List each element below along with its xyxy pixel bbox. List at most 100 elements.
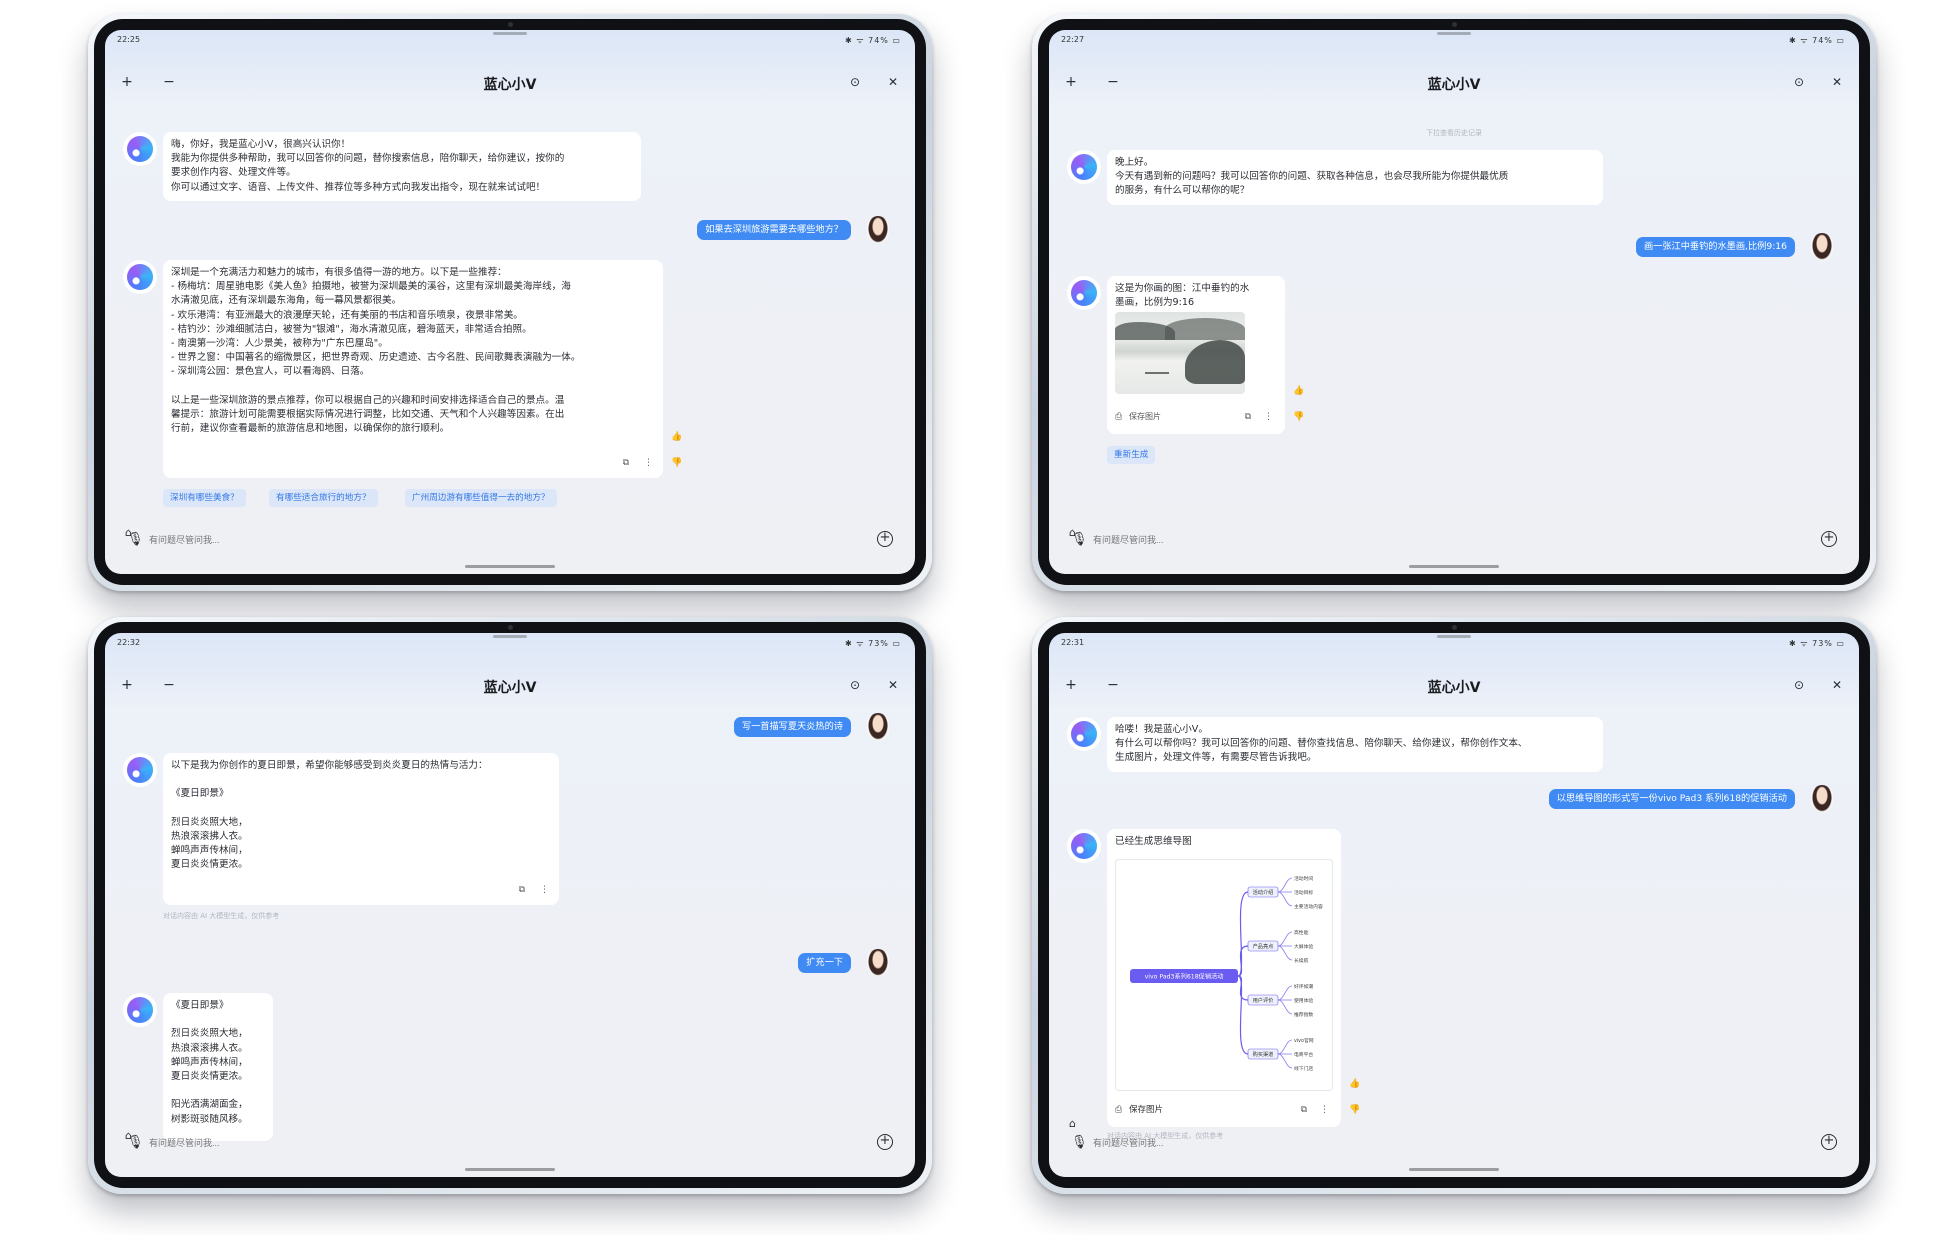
mindmap-leaf-link xyxy=(1277,931,1293,947)
app-title: 蓝心小V xyxy=(483,77,537,93)
mindmap-leaf-link xyxy=(1277,999,1293,1015)
mic-icon[interactable]: 🎙 xyxy=(127,532,144,547)
user-message: 扩充一下 xyxy=(798,953,851,973)
thumbs-down-icon[interactable]: 👎 xyxy=(1349,1105,1360,1115)
settings-icon[interactable]: ⊙ xyxy=(1789,675,1809,695)
title-bar: + − 蓝心小V ⊙ ✕ xyxy=(105,70,915,94)
message-input[interactable] xyxy=(1093,1133,1809,1153)
answer-text: 已经生成思维导图 xyxy=(1115,836,1192,847)
add-icon[interactable]: + xyxy=(1821,1134,1837,1150)
suggestion-chip[interactable]: 深圳有哪些美食？ xyxy=(163,489,246,507)
input-bar: 🎙 + xyxy=(119,526,901,554)
add-icon[interactable]: + xyxy=(877,1134,893,1150)
title-bar: + − 蓝心小V ⊙ ✕ xyxy=(105,673,915,697)
more-icon[interactable]: ⋮ xyxy=(540,883,549,897)
input-bar: 🎙 + xyxy=(1063,526,1845,554)
user-avatar xyxy=(867,949,889,977)
app-screen: 22:31 ✱ ᯤ 73% ▭ + − 蓝心小V ⊙ ✕ 哈喽！我是蓝心小V。 … xyxy=(1049,633,1859,1177)
greeting-text: 嗨，你好，我是蓝心小V，很高兴认识你！ 我能为你提供多种帮助，我可以回答你的问题… xyxy=(171,139,565,193)
assistant-avatar xyxy=(127,136,153,162)
assistant-avatar xyxy=(127,264,153,290)
close-icon[interactable]: ✕ xyxy=(883,72,903,92)
mindmap-leaf-link xyxy=(1277,891,1293,907)
thumbs-up-icon[interactable]: 👍 xyxy=(1293,386,1304,396)
mindmap-leaf-link xyxy=(1277,877,1293,893)
mindmap-leaf-label: 推荐指数 xyxy=(1294,1011,1313,1018)
home-indicator xyxy=(465,1168,555,1171)
mindmap-leaf-label: 高性能 xyxy=(1294,929,1309,936)
mic-icon[interactable]: 🎙 xyxy=(127,1135,144,1150)
status-icons: ✱ ᯤ 74% ▭ xyxy=(1789,36,1845,45)
close-icon[interactable]: ✕ xyxy=(883,675,903,695)
tablet-poem-chat: 22:32 ✱ ᯤ 73% ▭ + − 蓝心小V ⊙ ✕ 写一首描写夏天炎热的诗… xyxy=(88,617,932,1194)
message-input[interactable] xyxy=(149,1133,865,1153)
mindmap-branch-link xyxy=(1237,975,1249,1055)
save-image-button[interactable]: 保存图片 xyxy=(1129,1103,1163,1117)
assistant-greeting: 哈喽！我是蓝心小V。 有什么可以帮你吗？我可以回答你的问题、替你查找信息、陪你聊… xyxy=(1107,717,1603,772)
user-avatar xyxy=(1811,785,1833,813)
assistant-avatar xyxy=(1071,721,1097,747)
regenerate-button[interactable]: 重新生成 xyxy=(1107,446,1156,464)
save-image-button[interactable]: 保存图片 xyxy=(1129,410,1161,424)
copy-icon[interactable]: ⧉ xyxy=(1301,1103,1307,1117)
front-camera xyxy=(508,625,513,630)
generated-ink-painting[interactable] xyxy=(1115,312,1245,394)
save-image-icon[interactable]: ⎙ xyxy=(1115,410,1122,424)
title-bar: + − 蓝心小V ⊙ ✕ xyxy=(1049,70,1859,94)
thumbs-up-icon[interactable]: 👍 xyxy=(671,432,682,442)
answer-text: 《夏日即景》 烈日炎炎照大地， 热浪滚滚拂人衣。 蝉鸣声声传林间， 夏日炎炎情更… xyxy=(171,1000,248,1125)
message-input[interactable] xyxy=(149,530,865,550)
title-bar: + − 蓝心小V ⊙ ✕ xyxy=(1049,673,1859,697)
status-bar: 22:27 ✱ ᯤ 74% ▭ xyxy=(1049,30,1859,48)
message-input[interactable] xyxy=(1093,530,1809,550)
settings-icon[interactable]: ⊙ xyxy=(845,72,865,92)
front-camera xyxy=(1452,625,1457,630)
input-bar: 🎙 + xyxy=(119,1129,901,1157)
user-message: 如果去深圳旅游需要去哪些地方？ xyxy=(697,220,851,240)
more-icon[interactable]: ⋮ xyxy=(644,456,653,470)
save-image-icon[interactable]: ⎙ xyxy=(1115,1103,1122,1117)
assistant-answer: 以下是我为你创作的夏日即景，希望你能够感受到炎炎夏日的热情与活力： 《夏日即景》… xyxy=(163,753,559,905)
greeting-text: 晚上好。 今天有遇到新的问题吗？我可以回答你的问题、获取各种信息，也会尽我所能为… xyxy=(1115,157,1509,197)
status-icons: ✱ ᯤ 73% ▭ xyxy=(1789,639,1845,648)
settings-icon[interactable]: ⊙ xyxy=(1789,72,1809,92)
more-icon[interactable]: ⋮ xyxy=(1264,410,1273,424)
mindmap-leaf-link xyxy=(1277,1053,1293,1069)
suggestion-chip[interactable]: 有哪些适合旅行的地方？ xyxy=(269,489,378,507)
status-time: 22:27 xyxy=(1061,35,1085,44)
mindmap-branch-label: 用户评价 xyxy=(1253,996,1275,1004)
front-camera xyxy=(1452,22,1457,27)
assistant-greeting: 晚上好。 今天有遇到新的问题吗？我可以回答你的问题、获取各种信息，也会尽我所能为… xyxy=(1107,150,1603,205)
more-icon[interactable]: ⋮ xyxy=(1320,1103,1329,1117)
user-message: 以思维导图的形式写一份vivo Pad3 系列618的促销活动 xyxy=(1548,789,1795,809)
tablet-travel-chat: 22:25 ✱ ᯤ 74% ▭ + − 蓝心小V ⊙ ✕ 嗨，你好，我是蓝心小V… xyxy=(88,14,932,591)
thumbs-down-icon[interactable]: 👎 xyxy=(1293,412,1304,422)
front-camera xyxy=(508,22,513,27)
settings-icon[interactable]: ⊙ xyxy=(845,675,865,695)
copy-icon[interactable]: ⧉ xyxy=(623,456,629,470)
status-time: 22:31 xyxy=(1061,638,1085,647)
user-avatar xyxy=(1811,233,1833,261)
assistant-avatar xyxy=(1071,280,1097,306)
tablet-mindmap-chat: 22:31 ✱ ᯤ 73% ▭ + − 蓝心小V ⊙ ✕ 哈喽！我是蓝心小V。 … xyxy=(1032,617,1876,1194)
thumbs-down-icon[interactable]: 👎 xyxy=(671,458,682,468)
mindmap-branch-link xyxy=(1237,945,1249,977)
tablet-painting-chat: 22:27 ✱ ᯤ 74% ▭ + − 蓝心小V ⊙ ✕ 下拉查看历史记录 晚上… xyxy=(1032,14,1876,591)
add-icon[interactable]: + xyxy=(877,531,893,547)
assistant-answer: 已经生成思维导图 vivo Pad3系列618促销活动 活动介绍 活动时间 活动目标主… xyxy=(1107,829,1341,1127)
close-icon[interactable]: ✕ xyxy=(1827,72,1847,92)
mindmap-image[interactable]: vivo Pad3系列618促销活动 活动介绍 活动时间 活动目标 主要活动内容 产品亮点… xyxy=(1115,859,1333,1091)
assistant-answer: 《夏日即景》 烈日炎炎照大地， 热浪滚滚拂人衣。 蝉鸣声声传林间， 夏日炎炎情更… xyxy=(163,993,273,1141)
history-hint[interactable]: 下拉查看历史记录 xyxy=(1049,128,1859,138)
mindmap-branch-label: 活动介绍 xyxy=(1253,888,1274,896)
suggestion-chip[interactable]: 广州周边游有哪些值得一去的地方？ xyxy=(405,489,557,507)
mic-icon[interactable]: 🎙 xyxy=(1071,532,1088,547)
app-title: 蓝心小V xyxy=(483,680,537,696)
thumbs-up-icon[interactable]: 👍 xyxy=(1349,1079,1360,1089)
copy-icon[interactable]: ⧉ xyxy=(519,883,525,897)
mic-icon[interactable]: 🎙 xyxy=(1071,1135,1088,1150)
copy-icon[interactable]: ⧉ xyxy=(1245,410,1251,424)
close-icon[interactable]: ✕ xyxy=(1827,675,1847,695)
add-icon[interactable]: + xyxy=(1821,531,1837,547)
mindmap-leaf-label: vivo官网 xyxy=(1294,1037,1314,1044)
